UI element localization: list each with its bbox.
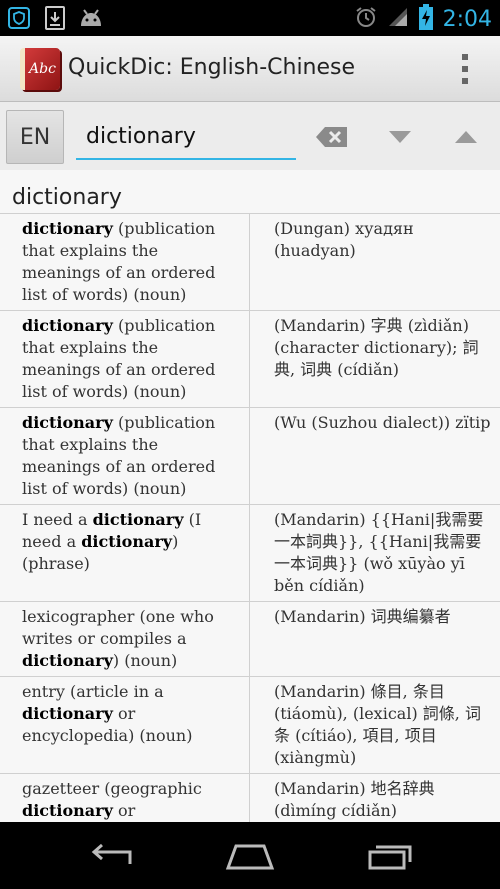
chinese-translation: (Mandarin) 地名辞典 (dìmíng cídiǎn) xyxy=(274,779,435,820)
chinese-translation: (Mandarin) {{Hani|我需要一本詞典}}, {{Hani|我需要一… xyxy=(274,510,484,595)
highlighted-term: dictionary xyxy=(22,413,113,432)
section-header[interactable]: dictionary xyxy=(0,170,500,214)
status-bar: 2:04 xyxy=(0,0,500,36)
chinese-translation: (Mandarin) 字典 (zìdiǎn) (character dictio… xyxy=(274,316,479,379)
definition-text: I need a xyxy=(22,510,93,529)
highlighted-term: dictionary xyxy=(92,510,184,529)
list-item[interactable]: dictionary (publication that explains th… xyxy=(0,311,500,408)
app-logo[interactable]: Abc xyxy=(20,48,60,90)
definition-text: entry (article in a xyxy=(22,682,164,701)
logo-text: Abc xyxy=(29,61,56,77)
list-item[interactable]: entry (article in a dictionary or encycl… xyxy=(0,677,500,774)
highlighted-term: dictionary xyxy=(22,704,113,723)
results-list[interactable]: dictionary dictionary (publication that … xyxy=(0,170,500,822)
list-item[interactable]: gazetteer (geographic dictionary or ency… xyxy=(0,774,500,822)
highlighted-term: dictionary xyxy=(22,801,113,820)
back-icon[interactable] xyxy=(80,840,140,872)
battery-charging-icon xyxy=(418,4,433,34)
highlighted-term: dictionary xyxy=(22,651,113,670)
english-definition: entry (article in a dictionary or encycl… xyxy=(0,677,250,773)
english-definition: dictionary (publication that explains th… xyxy=(0,214,250,310)
down-arrow-icon[interactable] xyxy=(380,120,420,154)
english-definition: gazetteer (geographic dictionary or ency… xyxy=(0,774,250,822)
status-time: 2:04 xyxy=(442,6,492,32)
search-input[interactable] xyxy=(76,114,296,160)
alarm-icon xyxy=(355,6,377,32)
definition-text: ) (noun) xyxy=(112,651,178,670)
highlighted-term: dictionary xyxy=(22,219,113,238)
definition-text: lexicographer (one who writes or compile… xyxy=(22,607,214,648)
search-bar: EN xyxy=(0,102,500,170)
english-definition: I need a dictionary (I need a dictionary… xyxy=(0,505,250,601)
download-icon xyxy=(42,5,68,31)
up-arrow-icon[interactable] xyxy=(446,120,486,154)
chinese-translation: (Wu (Suzhou dialect)) zïtip xyxy=(274,413,491,432)
english-definition: lexicographer (one who writes or compile… xyxy=(0,602,250,676)
android-icon xyxy=(78,5,104,31)
signal-icon xyxy=(387,6,409,32)
clear-icon[interactable] xyxy=(312,120,352,154)
action-bar: Abc QuickDic: English-Chinese xyxy=(0,36,500,102)
home-icon[interactable] xyxy=(220,840,280,872)
list-item[interactable]: lexicographer (one who writes or compile… xyxy=(0,602,500,677)
list-item[interactable]: dictionary (publication that explains th… xyxy=(0,214,500,311)
recent-apps-icon[interactable] xyxy=(360,840,420,872)
app-title: QuickDic: English-Chinese xyxy=(68,55,356,80)
chinese-translation: (Mandarin) 條目, 条目 (tiáomù), (lexical) 詞條… xyxy=(274,682,481,767)
list-item[interactable]: I need a dictionary (I need a dictionary… xyxy=(0,505,500,602)
list-item[interactable]: dictionary (publication that explains th… xyxy=(0,408,500,505)
english-definition: dictionary (publication that explains th… xyxy=(0,408,250,504)
english-definition: dictionary (publication that explains th… xyxy=(0,311,250,407)
chinese-translation: (Mandarin) 词典编纂者 xyxy=(274,607,451,626)
shield-icon xyxy=(6,5,32,31)
definition-text: gazetteer (geographic xyxy=(22,779,202,798)
language-button[interactable]: EN xyxy=(6,110,64,164)
navigation-bar xyxy=(0,822,500,889)
overflow-menu-icon[interactable] xyxy=(460,54,470,84)
chinese-translation: (Dungan) хуадян (huadyan) xyxy=(274,219,414,260)
highlighted-term: dictionary xyxy=(81,532,173,551)
highlighted-term: dictionary xyxy=(22,316,113,335)
